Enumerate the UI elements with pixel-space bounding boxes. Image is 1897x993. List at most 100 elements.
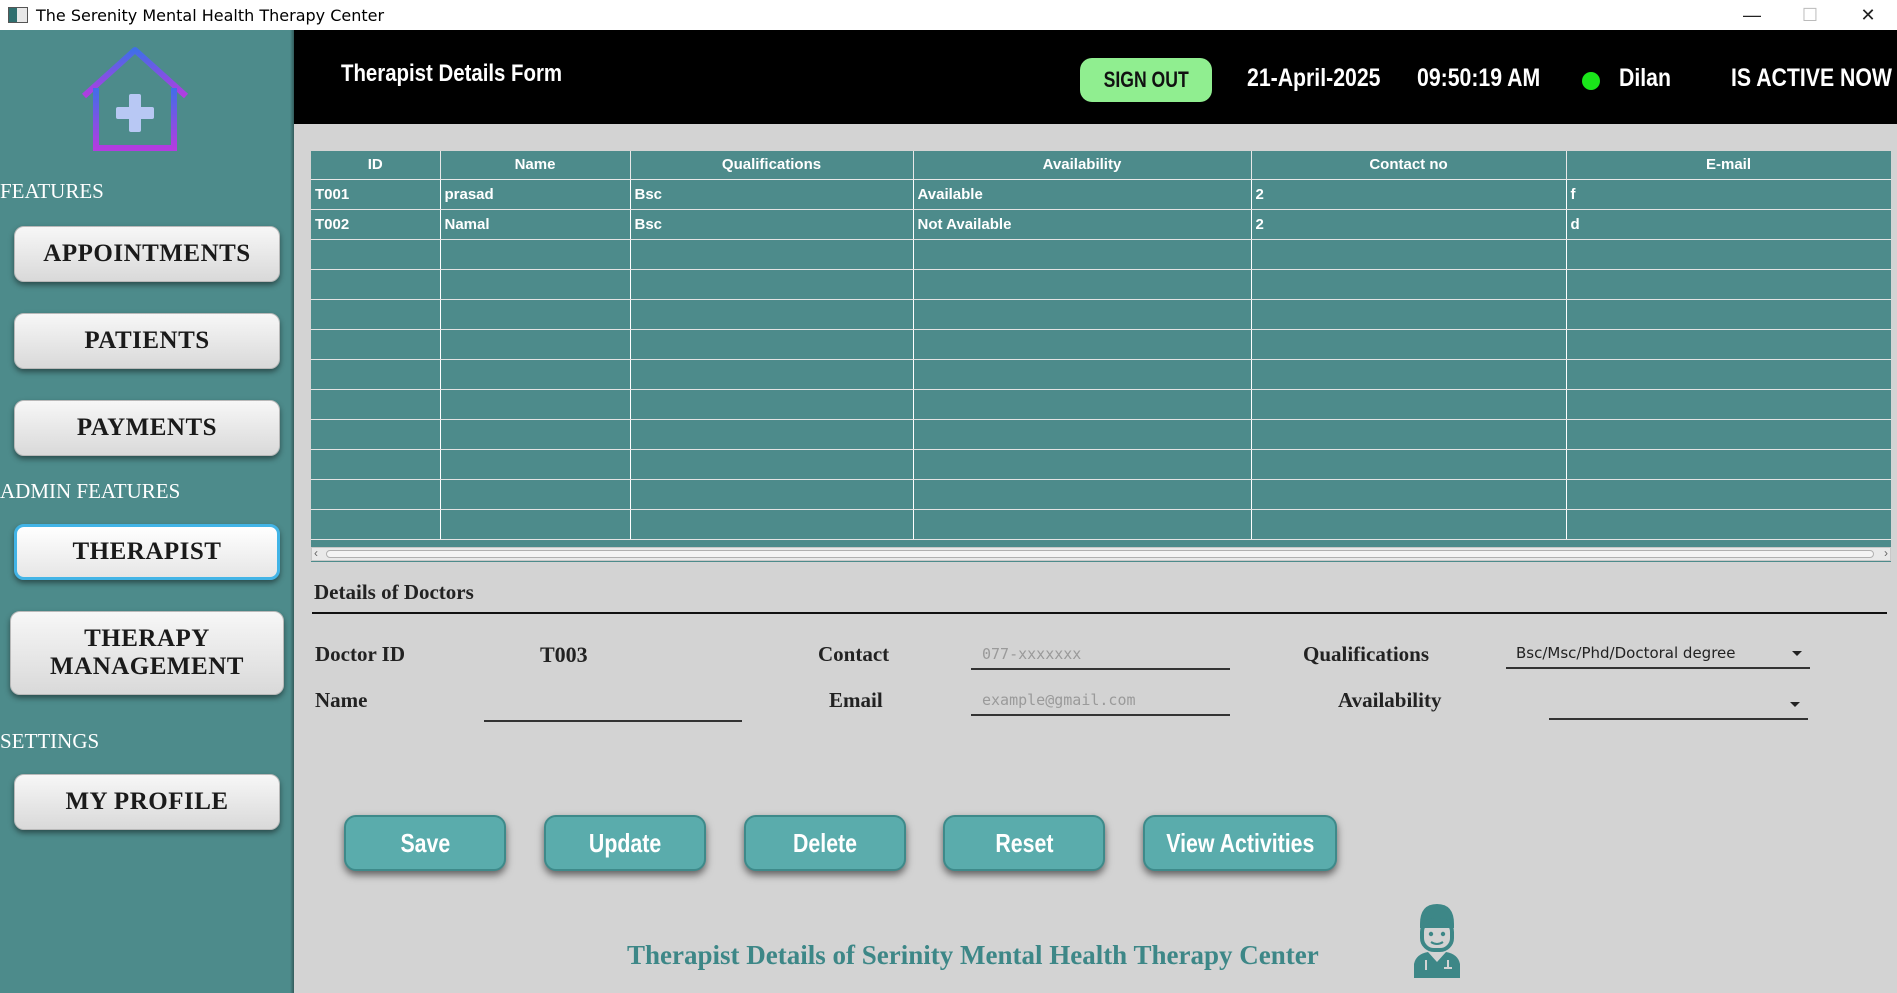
details-section-title: Details of Doctors	[314, 580, 474, 604]
column-header[interactable]: Availability	[913, 151, 1252, 180]
maximize-button[interactable]: ☐	[1781, 0, 1839, 30]
table-row-empty[interactable]	[311, 389, 1891, 420]
table-cell	[913, 479, 1252, 510]
table-cell	[1251, 419, 1567, 450]
appointments-button[interactable]: APPOINTMENTS	[14, 226, 280, 282]
table-cell: Bsc	[630, 209, 914, 240]
table-cell	[440, 299, 631, 330]
view-activities-button[interactable]: View Activities	[1143, 815, 1337, 871]
availability-dropdown[interactable]	[1549, 690, 1808, 720]
column-header[interactable]: ID	[311, 151, 441, 180]
active-status-text: IS ACTIVE NOW	[1731, 64, 1892, 92]
table-cell	[311, 269, 441, 300]
table-row-empty[interactable]	[311, 449, 1891, 480]
table-cell	[1251, 299, 1567, 330]
table-row-empty[interactable]	[311, 329, 1891, 360]
table-row-empty[interactable]	[311, 359, 1891, 390]
table-cell	[1566, 509, 1891, 540]
table-cell: Not Available	[913, 209, 1252, 240]
save-button[interactable]: Save	[344, 815, 506, 871]
minimize-button[interactable]: —	[1723, 0, 1781, 30]
window-controls: — ☐ ✕	[1723, 0, 1897, 30]
medical-home-icon	[81, 47, 189, 157]
update-label: Update	[588, 827, 662, 858]
patients-button[interactable]: PATIENTS	[14, 313, 280, 369]
table-cell: f	[1566, 179, 1891, 210]
table-cell	[913, 389, 1252, 420]
table-cell	[913, 359, 1252, 390]
current-time: 09:50:19 AM	[1417, 64, 1541, 92]
table-cell	[1566, 299, 1891, 330]
table-cell	[913, 449, 1252, 480]
table-cell	[913, 329, 1252, 360]
table-cell	[630, 419, 914, 450]
table-row-empty[interactable]	[311, 269, 1891, 300]
table-row-empty[interactable]	[311, 509, 1891, 540]
table-cell: 2	[1251, 209, 1567, 240]
column-header[interactable]: E-mail	[1566, 151, 1891, 180]
email-field[interactable]	[971, 686, 1230, 716]
table-row-empty[interactable]	[311, 479, 1891, 510]
name-field[interactable]	[484, 692, 742, 722]
table-cell	[1251, 449, 1567, 480]
table-row-empty[interactable]	[311, 239, 1891, 270]
table-cell	[440, 509, 631, 540]
table-cell: prasad	[440, 179, 631, 210]
qualifications-label: Qualifications	[1303, 642, 1430, 666]
table-cell	[440, 389, 631, 420]
table-cell	[311, 449, 441, 480]
reset-label: Reset	[994, 827, 1054, 858]
scrollbar-thumb[interactable]	[326, 550, 1874, 558]
contact-field[interactable]	[971, 640, 1230, 670]
table-row-empty[interactable]	[311, 299, 1891, 330]
features-section-label: FEATURES	[0, 179, 104, 203]
qualifications-dropdown[interactable]: Bsc/Msc/Phd/Doctoral degree	[1506, 639, 1810, 669]
email-label: Email	[829, 688, 883, 712]
therapist-table[interactable]: ID Name Qualifications Availability Contact …	[311, 151, 1891, 562]
therapy-management-button[interactable]: THERAPY MANAGEMENT	[10, 611, 284, 695]
scroll-left-icon[interactable]: ‹	[314, 546, 318, 560]
table-cell	[1251, 239, 1567, 270]
table-cell	[630, 479, 914, 510]
sign-out-button[interactable]: SIGN OUT	[1080, 58, 1212, 102]
table-cell	[630, 389, 914, 420]
table-row[interactable]: T001 prasad Bsc Available 2 f	[311, 179, 1891, 210]
scroll-right-icon[interactable]: ›	[1884, 546, 1888, 560]
delete-button[interactable]: Delete	[744, 815, 906, 871]
table-cell	[630, 329, 914, 360]
column-header[interactable]: Qualifications	[630, 151, 914, 180]
table-horizontal-scrollbar[interactable]: ‹ ›	[311, 546, 1891, 561]
table-row[interactable]: T002 Namal Bsc Not Available 2 d	[311, 209, 1891, 240]
sidebar: FEATURES APPOINTMENTS PATIENTS PAYMENTS …	[0, 30, 294, 993]
table-cell	[1251, 329, 1567, 360]
update-button[interactable]: Update	[544, 815, 706, 871]
table-cell	[440, 449, 631, 480]
table-cell	[1251, 389, 1567, 420]
therapy-management-label-line2: MANAGEMENT	[50, 653, 244, 680]
table-cell: Available	[913, 179, 1252, 210]
table-cell	[630, 239, 914, 270]
column-header[interactable]: Contact no	[1251, 151, 1567, 180]
therapist-button[interactable]: THERAPIST	[14, 524, 280, 580]
chevron-down-icon	[1790, 702, 1800, 707]
contact-label: Contact	[818, 642, 890, 666]
column-header[interactable]: Name	[440, 151, 631, 180]
table-cell	[440, 359, 631, 390]
view-activities-label: View Activities	[1165, 827, 1315, 858]
table-cell	[1566, 329, 1891, 360]
table-cell	[440, 329, 631, 360]
table-row-empty[interactable]	[311, 419, 1891, 450]
table-cell	[1251, 359, 1567, 390]
table-cell	[1566, 479, 1891, 510]
chevron-down-icon	[1792, 651, 1802, 656]
my-profile-button[interactable]: MY PROFILE	[14, 774, 280, 830]
reset-button[interactable]: Reset	[943, 815, 1105, 871]
close-button[interactable]: ✕	[1839, 0, 1897, 30]
app-icon	[8, 7, 28, 23]
table-cell	[1251, 269, 1567, 300]
table-cell	[311, 479, 441, 510]
table-cell	[913, 269, 1252, 300]
table-cell	[913, 239, 1252, 270]
payments-button[interactable]: PAYMENTS	[14, 400, 280, 456]
footer-caption: Therapist Details of Serinity Mental Hea…	[627, 940, 1319, 970]
